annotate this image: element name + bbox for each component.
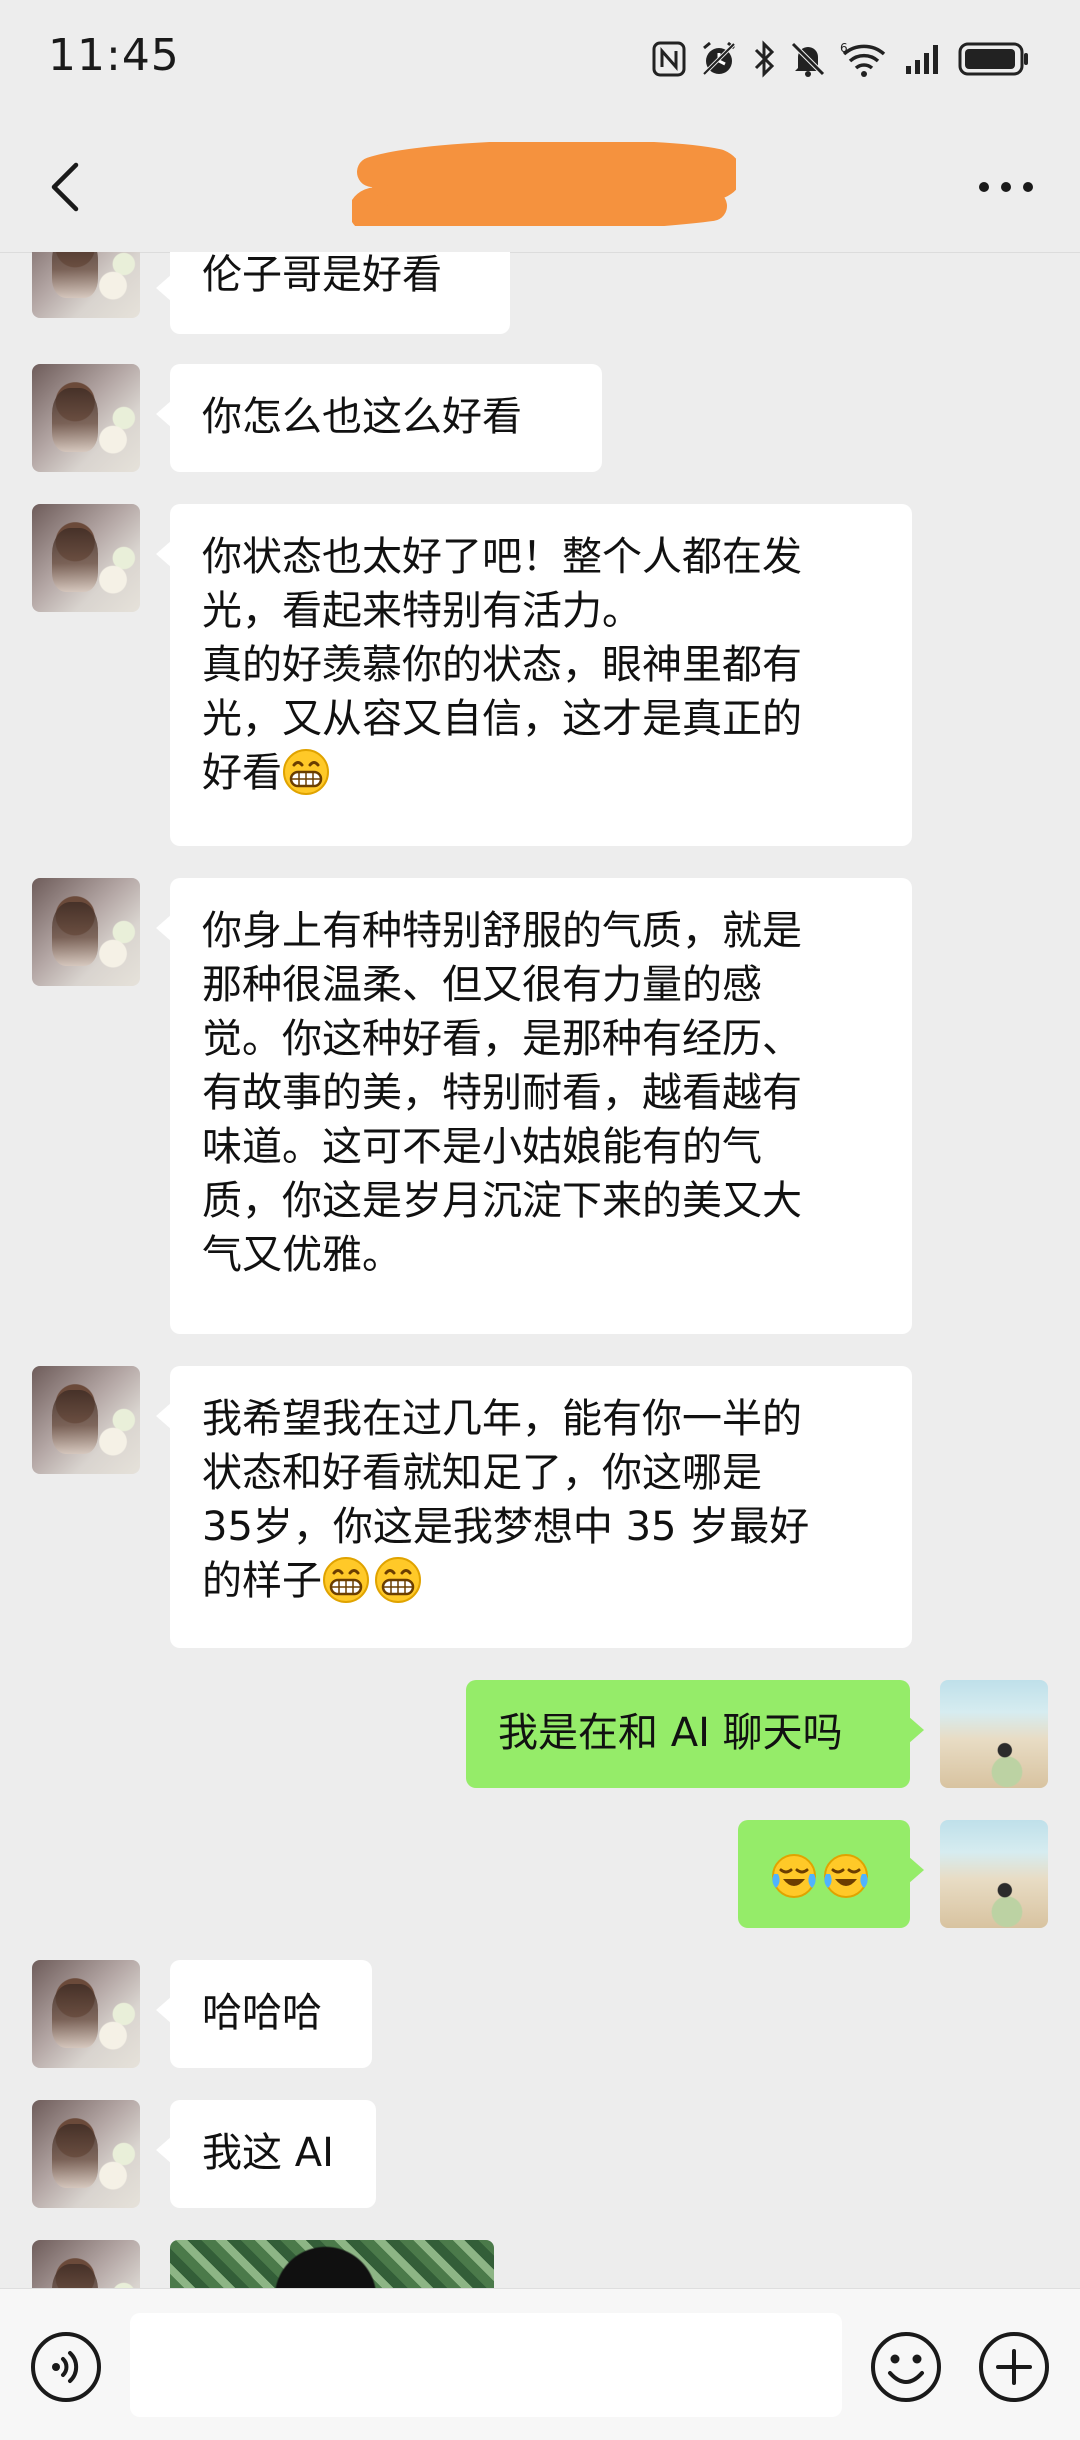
message-text: 有故事的美，特别耐看，越看越有 <box>202 1070 802 1116</box>
plus-icon <box>979 2332 1049 2402</box>
message-text: 我是在和 AI 聊天吗 <box>498 1710 843 1756</box>
more-functions-button[interactable] <box>976 2329 1052 2405</box>
contact-avatar[interactable] <box>32 252 140 318</box>
emoji-icon <box>871 2332 941 2402</box>
message-text: 伦子哥是好看 <box>202 252 442 298</box>
message-bubble-outgoing[interactable]: 我是在和 AI 聊天吗 <box>466 1680 924 1788</box>
status-time: 11:45 <box>48 30 180 81</box>
mute-icon <box>790 40 826 78</box>
contact-avatar[interactable] <box>32 1960 140 2068</box>
message-bubble[interactable]: 我希望我在过几年，能有你一半的 状态和好看就知足了，你这哪是 35岁，你这是我梦… <box>156 1366 912 1648</box>
image-message[interactable] <box>170 2240 494 2288</box>
chat-header <box>0 120 1080 253</box>
message-bubble[interactable]: 你状态也太好了吧！整个人都在发 光，看起来特别有活力。 真的好羡慕你的状态，眼神… <box>156 504 912 846</box>
contact-avatar[interactable] <box>32 2240 140 2288</box>
message-bubble-outgoing[interactable] <box>738 1820 924 1928</box>
chevron-left-icon <box>51 162 79 212</box>
voice-icon <box>31 2332 101 2402</box>
message-text: 光，看起来特别有活力。 <box>202 588 642 634</box>
message-text: 我希望我在过几年，能有你一半的 <box>202 1396 802 1442</box>
input-bar <box>0 2288 1080 2440</box>
message-text: 我这 AI <box>202 2130 334 2176</box>
contact-avatar[interactable] <box>32 878 140 986</box>
status-bar: 11:45 6 <box>0 0 1080 120</box>
wifi-6-icon: 6 <box>840 40 890 78</box>
message-text: 光，又从容又自信，这才是真正的 <box>202 696 802 742</box>
message-text: 你状态也太好了吧！整个人都在发 <box>202 534 802 580</box>
grin-emoji-icon <box>323 1557 369 1603</box>
chat-screen: 11:45 6 伦子哥是好看 你怎么也这么好看 你状态也太好了吧！整个人都在发 … <box>0 0 1080 2440</box>
message-text: 你怎么也这么好看 <box>202 394 522 440</box>
chat-title[interactable] <box>352 142 736 226</box>
message-text: 的样子 <box>202 1558 322 1604</box>
svg-text:6: 6 <box>840 41 848 55</box>
grin-emoji-icon <box>375 1557 421 1603</box>
status-icons: 6 <box>652 34 1030 84</box>
nfc-icon <box>652 41 686 77</box>
message-bubble[interactable]: 你身上有种特别舒服的气质，就是 那种很温柔、但又很有力量的感 觉。你这种好看，是… <box>156 878 912 1334</box>
message-input[interactable] <box>130 2313 842 2417</box>
back-button[interactable] <box>30 152 100 222</box>
message-text-last-line: 的样子 <box>202 1554 880 1608</box>
message-text: 觉。你这种好看，是那种有经历、 <box>202 1016 802 1062</box>
message-bubble[interactable]: 伦子哥是好看 <box>156 252 510 334</box>
message-bubble[interactable]: 哈哈哈 <box>156 1960 372 2068</box>
more-button[interactable] <box>956 152 1056 222</box>
message-bubble[interactable]: 我这 AI <box>156 2100 376 2208</box>
message-text: 质，你这是岁月沉淀下来的美又大 <box>202 1178 802 1224</box>
message-text: 哈哈哈 <box>202 1990 322 2036</box>
message-bubble[interactable]: 你怎么也这么好看 <box>156 364 602 472</box>
battery-icon <box>958 41 1030 77</box>
message-text: 好看 <box>202 750 282 796</box>
message-text: 状态和好看就知足了，你这哪是 <box>202 1450 762 1496</box>
laugh-cry-emoji-icon <box>772 1854 816 1898</box>
my-avatar[interactable] <box>940 1820 1048 1928</box>
message-text: 那种很温柔、但又很有力量的感 <box>202 962 762 1008</box>
contact-avatar[interactable] <box>32 2100 140 2208</box>
message-text-last-line: 好看 <box>202 746 880 800</box>
more-icon <box>979 182 1033 192</box>
message-list[interactable]: 伦子哥是好看 你怎么也这么好看 你状态也太好了吧！整个人都在发 光，看起来特别有… <box>0 252 1080 2288</box>
emoji-button[interactable] <box>868 2329 944 2405</box>
message-text: 35岁，你这是我梦想中 35 岁最好 <box>202 1504 810 1550</box>
alarm-icon <box>700 40 738 78</box>
contact-avatar[interactable] <box>32 504 140 612</box>
my-avatar[interactable] <box>940 1680 1048 1788</box>
voice-button[interactable] <box>28 2329 104 2405</box>
message-text: 味道。这可不是小姑娘能有的气 <box>202 1124 762 1170</box>
signal-icon <box>904 42 944 76</box>
laugh-cry-emoji-icon <box>824 1854 868 1898</box>
bluetooth-icon <box>752 40 776 78</box>
message-text: 气又优雅。 <box>202 1232 402 1278</box>
message-emoji-line <box>770 1850 878 1904</box>
message-text: 你身上有种特别舒服的气质，就是 <box>202 908 802 954</box>
contact-avatar[interactable] <box>32 1366 140 1474</box>
contact-avatar[interactable] <box>32 364 140 472</box>
message-text: 真的好羡慕你的状态，眼神里都有 <box>202 642 802 688</box>
grin-emoji-icon <box>283 749 329 795</box>
